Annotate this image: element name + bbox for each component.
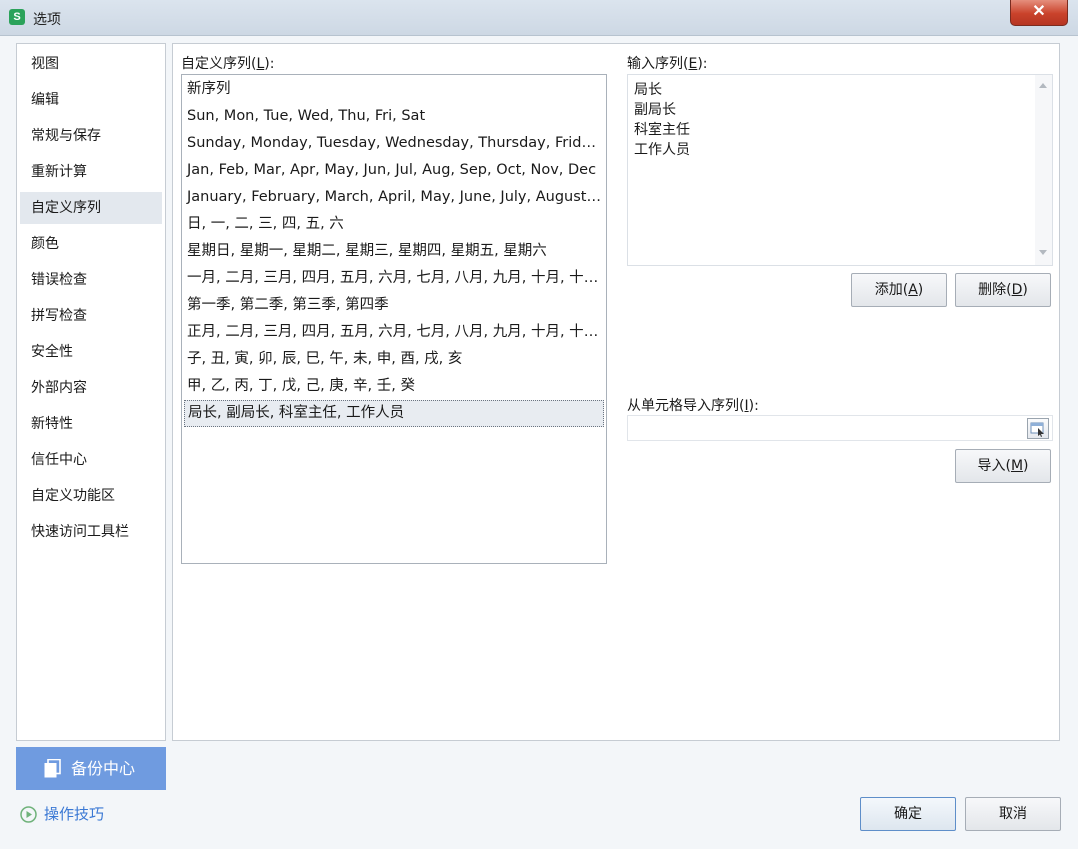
list-item[interactable]: January, February, March, April, May, Ju…: [184, 184, 604, 211]
sidebar-item-general-save[interactable]: 常规与保存: [20, 120, 162, 152]
sidebar-item-security[interactable]: 安全性: [20, 336, 162, 368]
delete-button[interactable]: 删除(D): [955, 273, 1051, 307]
ok-button[interactable]: 确定: [860, 797, 956, 831]
list-item[interactable]: 新序列: [184, 76, 604, 103]
import-button[interactable]: 导入(M): [955, 449, 1051, 483]
title-bar: S 选项 ✕: [0, 0, 1078, 36]
entry-line: 局长: [634, 82, 662, 98]
list-entries-textarea[interactable]: 局长 副局长 科室主任 工作人员: [627, 74, 1053, 266]
sidebar-item-custom-lists[interactable]: 自定义序列: [20, 192, 162, 224]
import-range-input[interactable]: [627, 415, 1053, 441]
sidebar-item-external-content[interactable]: 外部内容: [20, 372, 162, 404]
sidebar-item-new-features[interactable]: 新特性: [20, 408, 162, 440]
range-picker-button[interactable]: [1027, 418, 1049, 439]
import-from-cells-label: 从单元格导入序列(I):: [627, 398, 759, 414]
entries-scrollbar[interactable]: [1035, 75, 1052, 265]
list-item[interactable]: Sunday, Monday, Tuesday, Wednesday, Thur…: [184, 130, 604, 157]
list-item-selected[interactable]: 局长, 副局长, 科室主任, 工作人员: [184, 400, 604, 427]
sidebar-item-spell-check[interactable]: 拼写检查: [20, 300, 162, 332]
wps-app-icon: S: [9, 9, 25, 25]
list-item[interactable]: 甲, 乙, 丙, 丁, 戊, 己, 庚, 辛, 壬, 癸: [184, 373, 604, 400]
play-circle-icon: [20, 806, 37, 823]
custom-lists-panel: 自定义序列(L): 新序列 Sun, Mon, Tue, Wed, Thu, F…: [172, 43, 1060, 741]
add-button[interactable]: 添加(A): [851, 273, 947, 307]
list-item[interactable]: 日, 一, 二, 三, 四, 五, 六: [184, 211, 604, 238]
cancel-button[interactable]: 取消: [965, 797, 1061, 831]
close-button[interactable]: ✕: [1010, 0, 1068, 26]
list-item[interactable]: 正月, 二月, 三月, 四月, 五月, 六月, 七月, 八月, 九月, 十月, …: [184, 319, 604, 346]
sidebar-item-quick-access-toolbar[interactable]: 快速访问工具栏: [20, 516, 162, 548]
range-select-icon: [1030, 422, 1044, 437]
backup-center-label: 备份中心: [71, 759, 136, 778]
window-title: 选项: [33, 12, 61, 28]
list-item[interactable]: 一月, 二月, 三月, 四月, 五月, 六月, 七月, 八月, 九月, 十月, …: [184, 265, 604, 292]
custom-lists-listbox[interactable]: 新序列 Sun, Mon, Tue, Wed, Thu, Fri, Sat Su…: [181, 74, 607, 564]
sidebar-item-customize-ribbon[interactable]: 自定义功能区: [20, 480, 162, 512]
list-item[interactable]: 星期日, 星期一, 星期二, 星期三, 星期四, 星期五, 星期六: [184, 238, 604, 265]
list-item[interactable]: 第一季, 第二季, 第三季, 第四季: [184, 292, 604, 319]
list-item[interactable]: Sun, Mon, Tue, Wed, Thu, Fri, Sat: [184, 103, 604, 130]
list-item[interactable]: Jan, Feb, Mar, Apr, May, Jun, Jul, Aug, …: [184, 157, 604, 184]
sidebar-item-error-check[interactable]: 错误检查: [20, 264, 162, 296]
scroll-down-icon[interactable]: [1039, 250, 1047, 255]
sidebar-item-recalculate[interactable]: 重新计算: [20, 156, 162, 188]
sidebar-item-color[interactable]: 颜色: [20, 228, 162, 260]
backup-icon: [44, 759, 61, 778]
options-sidebar: 视图 编辑 常规与保存 重新计算 自定义序列 颜色 错误检查 拼写检查 安全性 …: [16, 43, 166, 741]
scroll-up-icon[interactable]: [1039, 83, 1047, 88]
list-entries-label: 输入序列(E):: [627, 56, 708, 72]
backup-center-button[interactable]: 备份中心: [16, 747, 166, 790]
entry-line: 副局长: [634, 102, 676, 118]
tips-label: 操作技巧: [44, 805, 105, 823]
custom-lists-label: 自定义序列(L):: [181, 56, 275, 72]
sidebar-item-view[interactable]: 视图: [20, 48, 162, 80]
list-item[interactable]: 子, 丑, 寅, 卯, 辰, 巳, 午, 未, 申, 酉, 戌, 亥: [184, 346, 604, 373]
sidebar-item-edit[interactable]: 编辑: [20, 84, 162, 116]
entry-line: 科室主任: [634, 122, 690, 138]
entry-line: 工作人员: [634, 142, 690, 158]
sidebar-item-trust-center[interactable]: 信任中心: [20, 444, 162, 476]
close-icon: ✕: [1032, 3, 1046, 20]
